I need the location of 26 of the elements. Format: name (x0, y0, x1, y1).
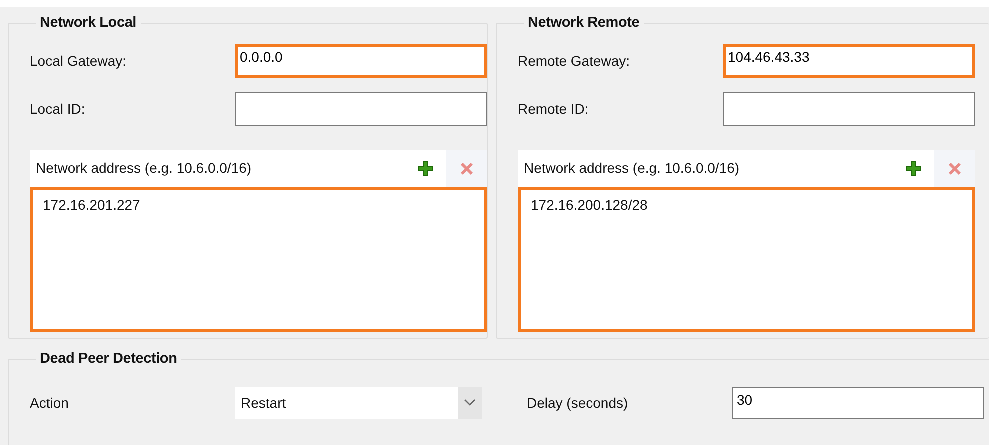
action-dropdown[interactable]: Restart (235, 387, 482, 419)
close-icon (458, 160, 474, 176)
list-header: Network address (e.g. 10.6.0.0/16) (35, 159, 253, 178)
field-label: Action (30, 395, 70, 411)
group-title: Dead Peer Detection (39, 351, 178, 367)
group-title: Network Local (39, 15, 138, 31)
group-title: Network Remote (527, 15, 641, 31)
delay-field[interactable]: 30 (732, 387, 984, 419)
plus-icon (418, 160, 434, 176)
chevron-down-icon (464, 399, 476, 407)
id-field[interactable] (235, 92, 487, 126)
field-label: Remote Gateway: (518, 53, 632, 69)
address-list[interactable]: 172.16.201.227 (30, 187, 487, 332)
address-list[interactable]: 172.16.200.128/28 (518, 187, 975, 332)
field-label: Delay (seconds) (527, 395, 630, 411)
list-item[interactable]: 172.16.201.227 (43, 196, 474, 214)
close-icon (946, 160, 962, 176)
field-label: Remote ID: (518, 101, 590, 117)
field-label: Local Gateway: (30, 53, 128, 69)
gateway-field[interactable]: 0.0.0.0 (235, 44, 487, 78)
list-item[interactable]: 172.16.200.128/28 (531, 196, 962, 214)
id-field[interactable] (723, 92, 975, 126)
plus-icon (906, 160, 922, 176)
gateway-field[interactable]: 104.46.43.33 (723, 44, 975, 78)
list-header: Network address (e.g. 10.6.0.0/16) (523, 159, 741, 178)
field-label: Local ID: (30, 101, 86, 117)
